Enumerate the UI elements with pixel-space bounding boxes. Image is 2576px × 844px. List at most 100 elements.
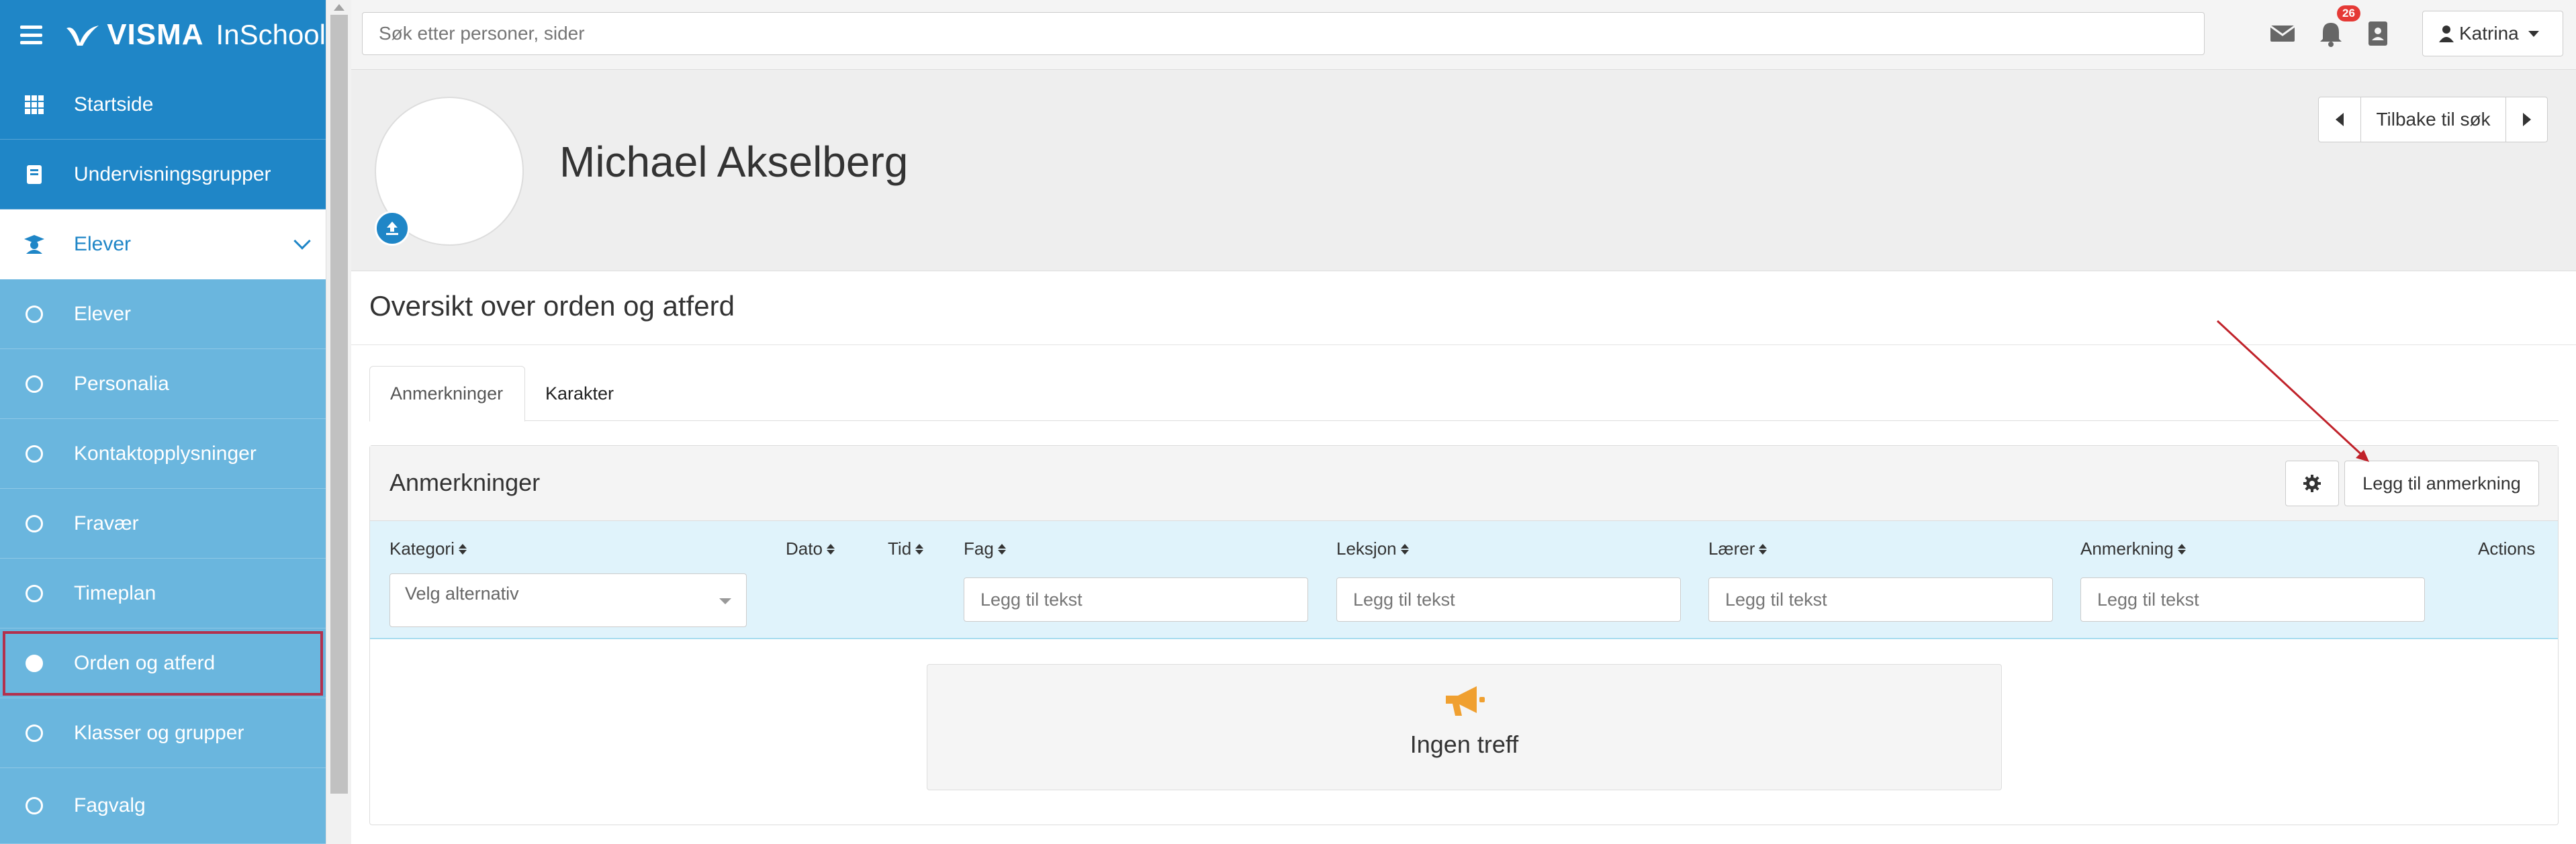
caret-left-icon (2336, 113, 2344, 126)
remarks-panel: Anmerkninger Legg til anmerkning Kategor… (369, 445, 2559, 825)
visma-logo-mark-icon (66, 26, 99, 46)
page-title: Oversikt over orden og atferd (369, 290, 735, 322)
circle-icon (24, 796, 44, 816)
empty-state-text: Ingen treff (1410, 731, 1519, 758)
sidebar-item-kontaktopplysninger[interactable]: Kontaktopplysninger (0, 419, 326, 489)
topbar: 26 Katrina (351, 0, 2576, 70)
column-label: Anmerkning (2080, 538, 2174, 559)
fag-filter-input[interactable] (964, 577, 1308, 622)
select-placeholder: Velg alternativ (405, 583, 519, 604)
sidebar-item-fagvalg[interactable]: Fagvalg (0, 768, 326, 844)
column-header-dato[interactable]: Dato (786, 538, 835, 559)
tab-karakter[interactable]: Karakter (525, 366, 634, 421)
upload-photo-icon[interactable] (375, 211, 410, 246)
brand-name: VISMA (107, 18, 204, 51)
sort-icon (2177, 543, 2186, 555)
column-label: Dato (786, 538, 823, 559)
circle-icon (24, 514, 44, 534)
anmerkning-filter-input[interactable] (2080, 577, 2425, 622)
notification-badge: 26 (2337, 5, 2360, 21)
sidebar-item-label: Timeplan (74, 581, 156, 604)
sort-icon (997, 543, 1006, 555)
book-icon (24, 165, 44, 185)
sidebar-item-fravaer[interactable]: Fravær (0, 489, 326, 559)
column-header-laerer[interactable]: Lærer (1708, 538, 1767, 559)
scroll-up-icon[interactable] (334, 4, 344, 11)
caret-right-icon (2522, 113, 2531, 126)
search-input[interactable] (362, 12, 2205, 55)
logo[interactable]: VISMA InSchool (65, 18, 326, 52)
column-label: Kategori (389, 538, 455, 559)
sort-icon (826, 543, 835, 555)
caret-down-icon (719, 598, 731, 604)
chevron-down-icon (293, 232, 311, 250)
back-to-search-button[interactable]: Tilbake til søk (2360, 97, 2505, 142)
sort-icon (1400, 543, 1409, 555)
scroll-thumb[interactable] (330, 15, 348, 794)
sidebar-item-timeplan[interactable]: Timeplan (0, 559, 326, 628)
contacts-book-icon[interactable] (2364, 20, 2391, 47)
column-header-kategori[interactable]: Kategori (389, 538, 467, 559)
sidebar-scrollbar[interactable] (326, 0, 351, 844)
circle-icon (24, 583, 44, 604)
brand-bar: VISMA InSchool (0, 0, 326, 70)
sidebar-item-label: Undervisningsgrupper (74, 162, 271, 185)
sidebar-item-startside[interactable]: Startside (0, 70, 326, 140)
tab-anmerkninger[interactable]: Anmerkninger (369, 366, 525, 422)
sidebar-item-orden-og-atferd[interactable]: Orden og atferd (0, 628, 326, 698)
column-header-anmerkning[interactable]: Anmerkning (2080, 538, 2186, 559)
circle-icon (24, 723, 44, 743)
sidebar-item-undervisningsgrupper[interactable]: Undervisningsgrupper (0, 140, 326, 209)
student-icon (24, 234, 44, 254)
envelope-icon[interactable] (2269, 20, 2296, 47)
column-label: Actions (2478, 538, 2536, 559)
user-menu-button[interactable]: Katrina (2422, 11, 2563, 56)
sidebar-item-label: Startside (74, 93, 154, 115)
sidebar-item-label: Personalia (74, 372, 169, 395)
column-label: Fag (964, 538, 994, 559)
sidebar-item-label: Fravær (74, 512, 139, 534)
sidebar-item-klasser-og-grupper[interactable]: Klasser og grupper (0, 698, 326, 768)
next-button[interactable] (2505, 97, 2547, 142)
sidebar-item-label: Orden og atferd (74, 651, 216, 674)
column-header-actions: Actions (2478, 538, 2535, 559)
gear-icon (2303, 475, 2321, 492)
user-icon (2439, 26, 2454, 42)
column-header-fag[interactable]: Fag (964, 538, 1006, 559)
sidebar-item-label: Kontaktopplysninger (74, 442, 257, 465)
product-name: InSchool (216, 19, 326, 50)
sort-icon (1759, 543, 1767, 555)
column-header-leksjon[interactable]: Leksjon (1336, 538, 1409, 559)
sort-icon (915, 543, 924, 555)
sidebar-item-label: Fagvalg (74, 794, 146, 816)
annotation-arrow-icon (2216, 320, 2369, 462)
previous-button[interactable] (2319, 97, 2360, 142)
filter-row: Kategori Dato Tid Fag Leksjon Lærer Anme… (370, 521, 2558, 639)
sidebar-item-personalia[interactable]: Personalia (0, 349, 326, 419)
grid-icon (24, 95, 44, 115)
circle-icon (24, 374, 44, 394)
profile-name: Michael Akselberg (559, 138, 909, 186)
profile-header: Michael Akselberg Tilbake til søk (351, 70, 2576, 271)
category-select[interactable]: Velg alternativ (389, 573, 747, 627)
sidebar-item-elever-group[interactable]: Elever (0, 209, 326, 279)
record-navigation: Tilbake til søk (2318, 97, 2548, 142)
column-label: Lærer (1708, 538, 1755, 559)
panel-title: Anmerkninger (389, 469, 541, 496)
bell-icon[interactable] (2317, 20, 2344, 47)
column-label: Leksjon (1336, 538, 1397, 559)
laerer-filter-input[interactable] (1708, 577, 2053, 622)
hamburger-menu-icon[interactable] (20, 26, 43, 44)
leksjon-filter-input[interactable] (1336, 577, 1681, 622)
sidebar-item-label: Elever (74, 302, 132, 325)
sidebar-item-elever[interactable]: Elever (0, 279, 326, 349)
filled-circle-icon (24, 653, 44, 673)
user-name: Katrina (2459, 23, 2519, 44)
megaphone-icon (1446, 686, 1485, 716)
circle-icon (24, 304, 44, 324)
column-header-tid[interactable]: Tid (888, 538, 924, 559)
sidebar-item-label: Elever (74, 232, 132, 255)
empty-state: Ingen treff (927, 664, 2002, 790)
sort-icon (458, 543, 467, 555)
column-label: Tid (888, 538, 912, 559)
